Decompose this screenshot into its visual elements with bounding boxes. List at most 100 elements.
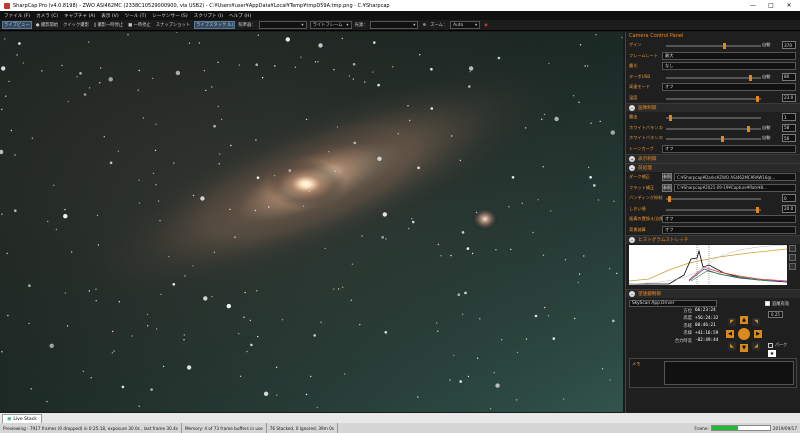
slew-north-button[interactable]: ▲ [740, 316, 748, 324]
record-dot-icon[interactable]: ◉ [483, 23, 489, 28]
live-stack-button[interactable]: ライブスタック (L) [194, 21, 236, 29]
star [419, 54, 421, 56]
menu-camera[interactable]: カメラ (C) [36, 13, 58, 19]
settings-icon[interactable] [789, 263, 796, 270]
section-preprocessing[interactable]: − 前処理 [626, 163, 800, 172]
park-checkbox[interactable] [768, 342, 773, 348]
auto-checkbox-label[interactable]: 自動 [762, 74, 770, 80]
notes-input[interactable] [664, 361, 794, 385]
value-field[interactable]: 56 [782, 134, 796, 142]
slew-ne-button[interactable]: ◥ [752, 318, 760, 326]
tab-live-stack[interactable]: ▣ Live Stack [2, 414, 42, 423]
maximize-button[interactable]: □ [762, 0, 780, 11]
slider-handle[interactable] [721, 136, 725, 142]
control-select[interactable]: 最大 [662, 51, 796, 60]
control-slider[interactable] [666, 206, 761, 213]
browse-button[interactable]: 参照 [662, 173, 672, 181]
star [273, 175, 276, 177]
histogram-chart[interactable] [628, 244, 788, 285]
section-image-control[interactable]: − 画像制御 [626, 103, 800, 112]
slew-se-button[interactable]: ◢ [752, 342, 760, 350]
star [66, 325, 69, 327]
histogram-area [626, 244, 800, 289]
image-viewer[interactable] [0, 32, 623, 412]
slider-handle[interactable] [668, 115, 672, 121]
zoom-select[interactable]: Auto ▾ [450, 21, 481, 29]
control-slider[interactable] [666, 196, 761, 202]
menu-file[interactable]: ファイル (F) [4, 13, 30, 19]
slider-handle[interactable] [667, 196, 671, 202]
tracking-checkbox[interactable] [765, 301, 770, 306]
control-slider[interactable] [666, 74, 761, 81]
reticle-select[interactable]: ▾ [258, 21, 307, 29]
control-select[interactable]: オフ [662, 225, 796, 234]
park-control[interactable]: パーク [768, 342, 787, 348]
coordinate-row: 赤緯 +41:16:59 [629, 330, 797, 338]
menu-sequencer[interactable]: シーケンサー (S) [152, 13, 187, 19]
slider-handle[interactable] [746, 125, 750, 132]
value-field[interactable]: 20.0 [782, 204, 796, 213]
star [344, 373, 346, 375]
menu-tools[interactable]: ツール (T) [125, 13, 147, 19]
value-field[interactable]: 1 [782, 113, 796, 121]
section-display-control[interactable]: + 表示制御 [626, 154, 800, 163]
browse-button[interactable]: 参照 [662, 183, 672, 192]
slew-west-button[interactable]: ◀ [726, 330, 734, 338]
slider-handle[interactable] [748, 74, 752, 81]
slew-east-button[interactable]: ▶ [754, 330, 762, 338]
light-source-select[interactable]: ▾ [370, 21, 419, 29]
auto-stretch-icon[interactable] [789, 254, 796, 261]
star [154, 149, 157, 152]
menu-capture[interactable]: キャプチャ (A) [64, 13, 95, 19]
close-button[interactable]: ✕ [780, 0, 798, 11]
control-slider[interactable] [666, 43, 761, 49]
slew-nw-button[interactable]: ◤ [728, 318, 736, 326]
control-select[interactable]: オフ [662, 83, 796, 91]
control-slider[interactable] [666, 115, 761, 121]
snapshot-button[interactable]: スナップショット [155, 22, 191, 28]
slider-handle[interactable] [756, 206, 760, 213]
control-slider[interactable] [666, 125, 761, 132]
star-icon[interactable]: ★ [768, 350, 776, 357]
value-field[interactable]: 23.0 [782, 93, 796, 102]
telescope-driver-select[interactable]: SkyScan App Driver [629, 300, 717, 307]
star [449, 379, 451, 381]
auto-checkbox-label[interactable]: 自動 [762, 135, 770, 141]
slider-handle[interactable] [756, 95, 760, 102]
quick-record-button[interactable]: クイック撮影 [62, 22, 90, 28]
value-field[interactable]: 370 [782, 41, 796, 49]
file-path-select[interactable]: C:¥Sharpcap¥2021-09-19¥Capture¥flats¥8..… [674, 183, 796, 192]
control-slider[interactable] [666, 95, 761, 102]
slew-south-button[interactable]: ▼ [740, 344, 748, 352]
control-slider[interactable] [666, 136, 761, 142]
control-select[interactable]: オフ [662, 144, 796, 153]
stop-button[interactable]: ■ 一時停止 [127, 22, 152, 28]
auto-checkbox-label[interactable]: 自動 [762, 42, 770, 48]
control-select[interactable]: オフ [662, 215, 796, 223]
live-view-button[interactable]: ライブビュー [2, 21, 32, 29]
star [543, 113, 546, 116]
file-path-select[interactable]: C:¥Sharpcap¥Darks¥ZWO ASI462MC¥RAW16@... [674, 173, 796, 181]
stop-slew-button[interactable] [738, 328, 750, 340]
pause-button[interactable]: ‖ 撮影一時停止 [93, 22, 124, 28]
crosshair-icon[interactable]: ⊕ [421, 23, 427, 28]
menu-view[interactable]: 表示 (V) [101, 13, 118, 19]
value-field[interactable]: 58 [782, 123, 796, 132]
value-field[interactable]: 0 [782, 194, 796, 202]
slider-handle[interactable] [723, 43, 727, 49]
slew-sw-button[interactable]: ◣ [728, 342, 736, 350]
star [281, 319, 284, 321]
control-select[interactable]: なし [662, 62, 796, 70]
section-telescope[interactable]: − 望遠鏡制御 [626, 289, 800, 298]
reset-stretch-icon[interactable] [789, 245, 796, 252]
menu-scripting[interactable]: スクリプト (I) [194, 13, 223, 19]
menu-help[interactable]: ヘルプ (H) [229, 13, 251, 19]
record-start-button[interactable]: ● 撮影開始 [35, 22, 59, 28]
section-histogram[interactable]: − ヒストグラムストレッチ [626, 235, 800, 244]
value-field[interactable]: 80 [782, 72, 796, 81]
auto-checkbox-label[interactable]: 自動 [762, 125, 770, 131]
frame-type-select[interactable]: ライトフレーム ▾ [309, 21, 352, 29]
speed-box[interactable]: 0.25 [768, 311, 783, 318]
minimize-button[interactable]: — [744, 0, 762, 11]
zoom-value: Auto [453, 22, 464, 28]
